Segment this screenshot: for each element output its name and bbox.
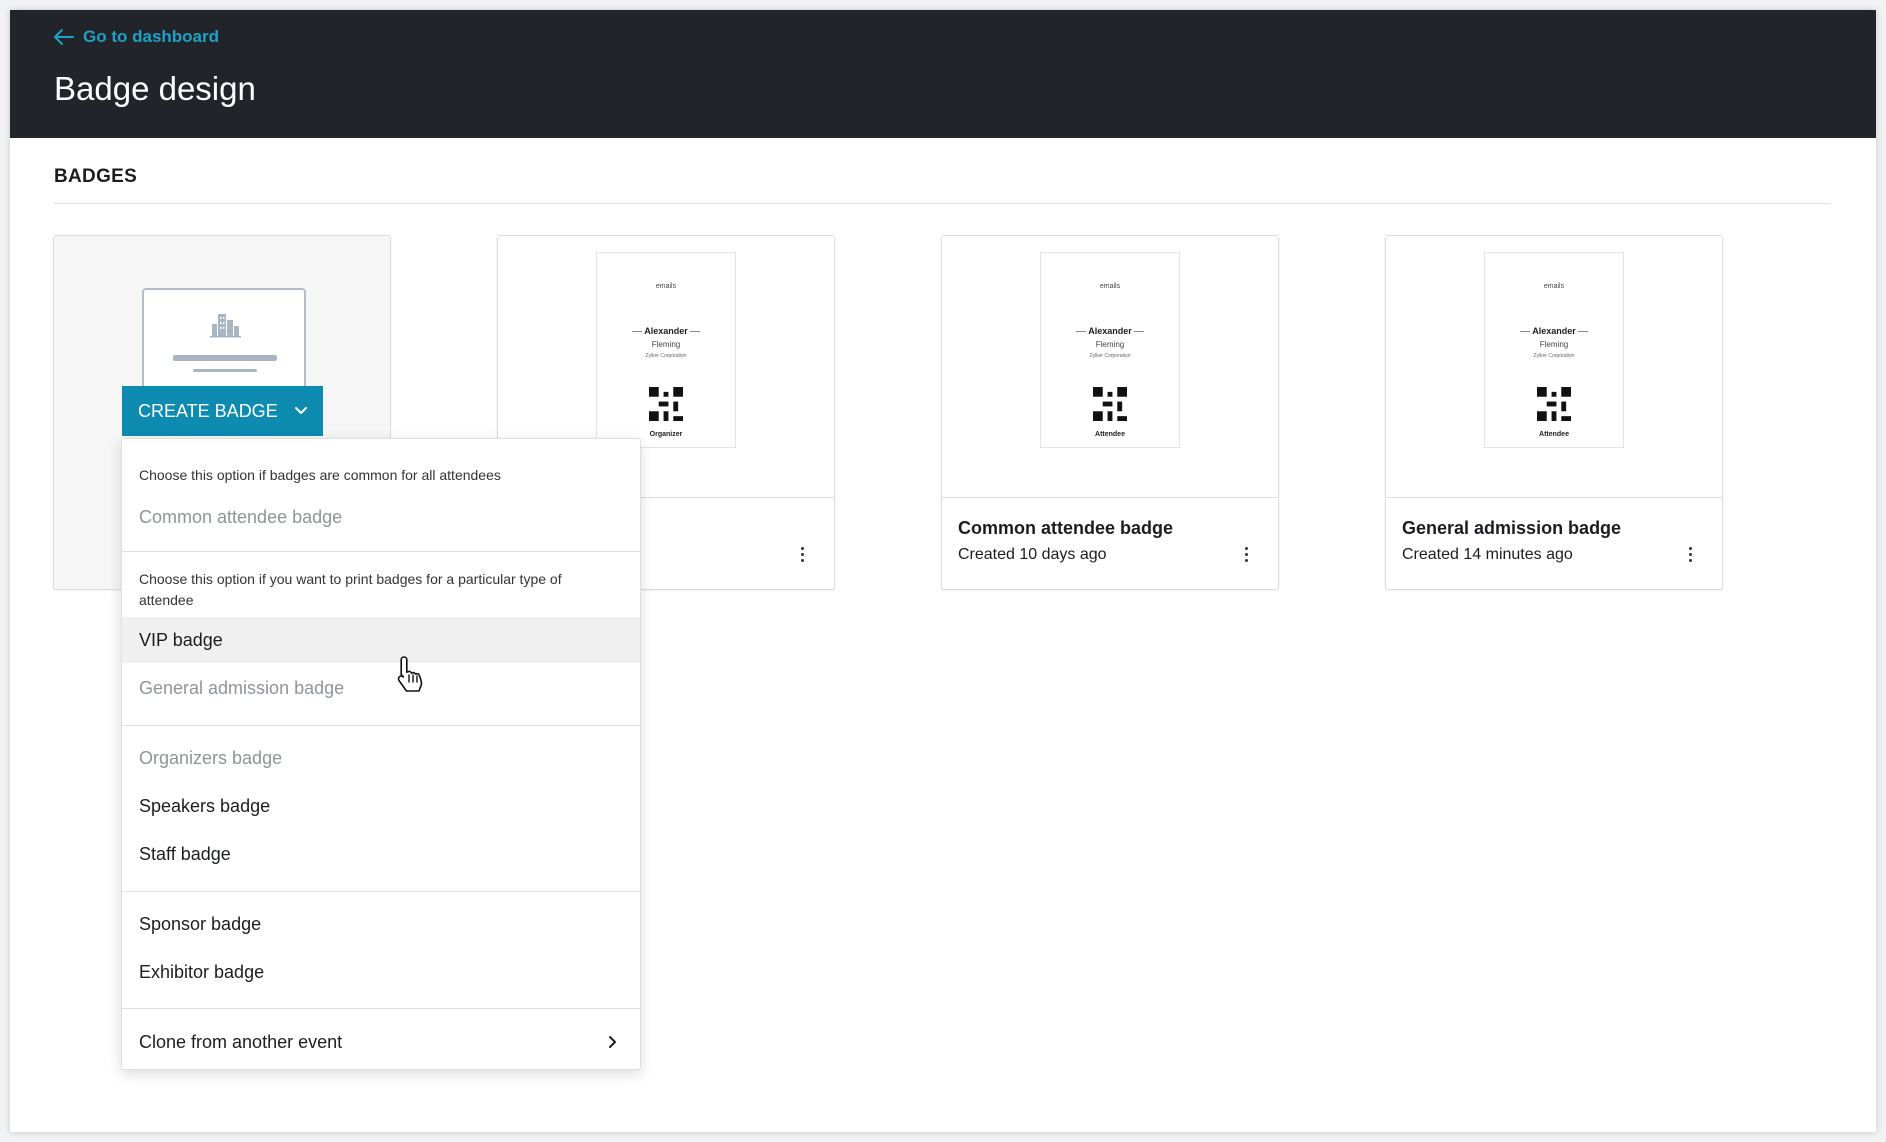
menu-item-organizers[interactable]: Organizers badge (122, 735, 640, 781)
building-icon (210, 314, 241, 338)
menu-item-general-admission[interactable]: General admission badge (122, 665, 640, 711)
go-to-dashboard-link[interactable]: Go to dashboard (53, 26, 219, 48)
preview-role: Attendee (1539, 431, 1569, 438)
menu-divider (122, 551, 640, 552)
preview-last-name: Fleming (1095, 340, 1125, 349)
menu-item-speakers[interactable]: Speakers badge (122, 783, 640, 829)
preview-last-name: Fleming (651, 340, 681, 349)
hint-common: Choose this option if badges are common … (139, 467, 501, 483)
menu-item-clone[interactable]: Clone from another event (122, 1019, 640, 1065)
chevron-down-icon (295, 407, 307, 414)
create-badge-label: CREATE BADGE (138, 400, 278, 421)
preview-first-name: Alexander (1041, 326, 1179, 336)
preview-first-name: Alexander (597, 326, 735, 336)
badge-name: Common attendee badge (958, 518, 1174, 538)
chevron-right-icon (609, 1036, 616, 1048)
badge-card[interactable]: emails Alexander Fleming Zylker Corporat… (1385, 235, 1723, 590)
preview-last-name: Fleming (1539, 340, 1569, 349)
clone-label: Clone from another event (139, 1031, 343, 1052)
badge-name: General admission badge (1402, 518, 1622, 538)
preview-role: Attendee (1095, 431, 1125, 438)
badge-preview: emails Alexander Fleming Zylker Corporat… (1386, 236, 1722, 498)
menu-item-sponsor[interactable]: Sponsor badge (122, 901, 640, 947)
badge-card[interactable]: emails Alexander Fleming Zylker Corporat… (941, 235, 1279, 590)
header-bar: Go to dashboard Badge design (10, 10, 1876, 138)
illustration-line (193, 369, 257, 372)
menu-divider (122, 891, 640, 892)
preview-emails: emails (1543, 283, 1565, 290)
badge-created: Created 10 days ago (958, 546, 1107, 563)
section-title: BADGES (54, 166, 138, 187)
hint-particular: Choose this option if you want to print … (139, 571, 562, 608)
badge-preview: emails Alexander Fleming Zylker Corporat… (942, 236, 1278, 498)
badge-illustration (142, 288, 306, 398)
create-badge-button[interactable]: CREATE BADGE (122, 386, 323, 436)
preview-emails: emails (655, 283, 677, 290)
preview-company: Zylker Corporation (1089, 353, 1131, 359)
menu-divider (122, 725, 640, 726)
section-divider (54, 203, 1831, 204)
badge-mini: emails Alexander Fleming Zylker Corporat… (1040, 252, 1180, 448)
illustration-line (173, 355, 277, 361)
app-window: Go to dashboard Badge design BADGES emai… (10, 10, 1876, 1132)
go-to-dashboard-label: Go to dashboard (83, 27, 219, 46)
menu-divider (122, 1008, 640, 1009)
menu-item-vip[interactable]: VIP badge (122, 617, 640, 663)
badge-created: Created 14 minutes ago (1402, 546, 1573, 563)
badge-mini: emails Alexander Fleming Zylker Corporat… (596, 252, 736, 448)
preview-company: Zylker Corporation (1533, 353, 1575, 359)
qr-code-icon (1537, 387, 1571, 421)
page-title: Badge design (54, 70, 256, 107)
more-options-icon[interactable] (792, 544, 812, 566)
menu-item-exhibitor[interactable]: Exhibitor badge (122, 949, 640, 995)
menu-item-common-attendee[interactable]: Common attendee badge (122, 494, 640, 540)
badge-mini: emails Alexander Fleming Zylker Corporat… (1484, 252, 1624, 448)
preview-role: Organizer (649, 431, 683, 438)
menu-item-staff[interactable]: Staff badge (122, 831, 640, 877)
create-badge-menu: Choose this option if badges are common … (121, 438, 641, 1070)
preview-first-name: Alexander (1485, 326, 1623, 336)
qr-code-icon (1093, 387, 1127, 421)
hand-cursor-icon (397, 656, 423, 692)
arrow-left-icon (54, 29, 74, 45)
qr-code-icon (649, 387, 683, 421)
more-options-icon[interactable] (1680, 544, 1700, 566)
preview-company: Zylker Corporation (645, 353, 687, 359)
more-options-icon[interactable] (1236, 544, 1256, 566)
preview-emails: emails (1099, 283, 1121, 290)
